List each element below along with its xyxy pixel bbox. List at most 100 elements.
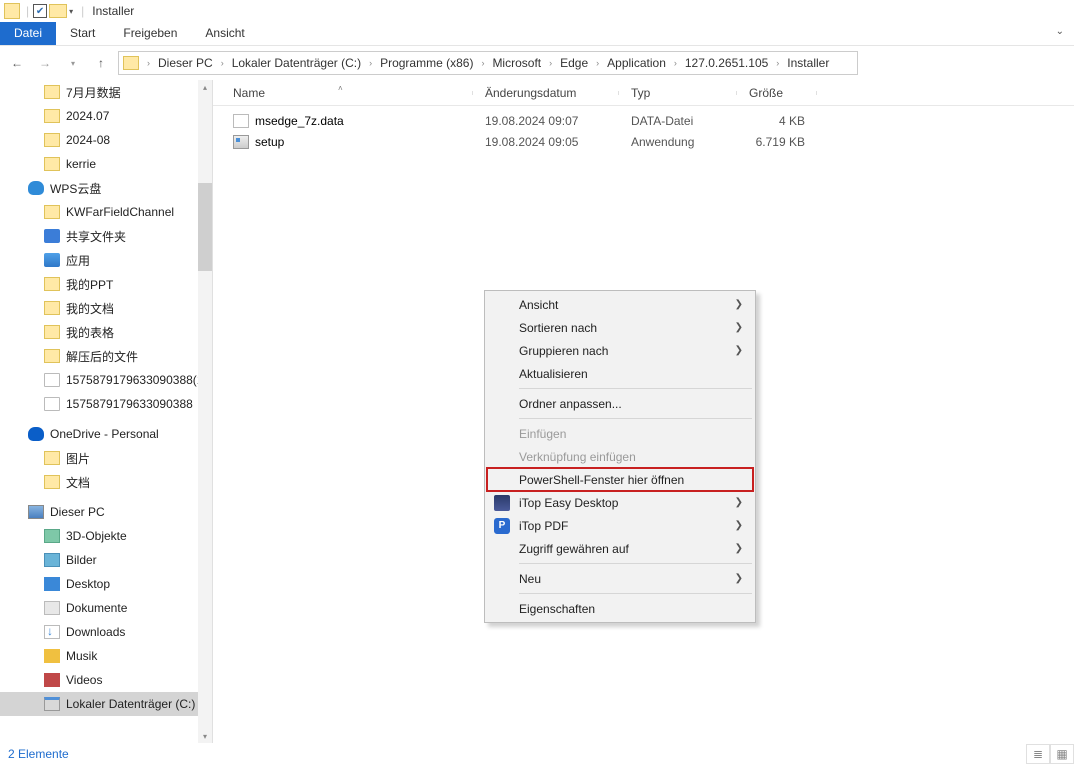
folder-icon [44,133,60,147]
nav-tree[interactable]: ▴ ▾ 7月月数据 2024.07 2024-08kerrieWPS云盘KWFarF… [0,80,212,743]
chevron-right-icon: ❯ [735,543,743,554]
chevron-right-icon[interactable]: › [217,58,228,68]
menu-item[interactable]: Ansicht❯ [487,293,753,316]
group-icon [44,229,60,243]
col-modified[interactable]: Änderungsdatum [473,86,619,100]
ribbon-expand-icon[interactable]: ⌄ [1046,22,1074,45]
scroll-down-icon[interactable]: ▾ [198,729,212,743]
breadcrumb-item[interactable]: Dieser PC [154,56,217,70]
file-row[interactable]: msedge_7z.data19.08.2024 09:07DATA-Datei… [213,110,1074,131]
file-rows[interactable]: msedge_7z.data19.08.2024 09:07DATA-Datei… [213,106,1074,152]
onedrive-icon [28,427,44,441]
nav-up-button[interactable]: ↑ [90,52,112,74]
tree-item[interactable]: Videos [0,668,212,692]
tree-item[interactable]: 1575879179633090388(1) [0,368,212,392]
folder-icon [44,451,60,465]
tree-item[interactable]: OneDrive - Personal [0,422,212,446]
menu-item[interactable]: Eigenschaften [487,597,753,620]
tree-item[interactable]: 文档 [0,470,212,494]
view-icons-button[interactable]: ▦ [1050,744,1074,764]
tree-item[interactable]: 我的PPT [0,272,212,296]
menu-item[interactable]: Aktualisieren [487,362,753,385]
menu-item[interactable]: Gruppieren nach❯ [487,339,753,362]
chevron-right-icon: ❯ [735,497,743,508]
view-details-button[interactable]: ≣ [1026,744,1050,764]
tree-item-label: 2024.07 [66,109,109,123]
breadcrumb-item[interactable]: Installer [783,56,833,70]
chevron-right-icon[interactable]: › [365,58,376,68]
file-size: 4 KB [737,114,817,128]
menu-item[interactable]: PowerShell-Fenster hier öffnen [487,468,753,491]
desk-icon [44,577,60,591]
breadcrumb-item[interactable]: Programme (x86) [376,56,477,70]
chevron-right-icon: ❯ [735,299,743,310]
col-type[interactable]: Typ [619,86,737,100]
tree-item[interactable]: 应用 [0,248,212,272]
tree-item[interactable]: Musik [0,644,212,668]
tree-item[interactable]: KWFarFieldChannel [0,200,212,224]
tree-item-label: 文档 [66,474,90,491]
tree-item[interactable]: 解压后的文件 [0,344,212,368]
scrollbar-track[interactable] [198,80,212,743]
tree-item[interactable]: kerrie [0,152,212,176]
tree-item[interactable]: 7月月数据 [0,80,212,104]
tab-share[interactable]: Freigeben [109,22,191,45]
file-row[interactable]: setup19.08.2024 09:05Anwendung6.719 KB [213,131,1074,152]
nav-recent-dropdown[interactable]: ▾ [62,52,84,74]
menu-item[interactable]: iTop Easy Desktop❯ [487,491,753,514]
tree-item-label: 7月月数据 [66,84,121,101]
title-bar: | ✔ ▾ | Installer [0,0,1074,22]
tree-item[interactable]: WPS云盘 [0,176,212,200]
chevron-right-icon[interactable]: › [477,58,488,68]
col-size[interactable]: Größe [737,86,817,100]
folder-icon [44,277,60,291]
chevron-right-icon[interactable]: › [772,58,783,68]
tree-item[interactable]: 图片 [0,446,212,470]
chevron-right-icon[interactable]: › [592,58,603,68]
tab-start[interactable]: Start [56,22,109,45]
tree-item[interactable]: Lokaler Datenträger (C:) [0,692,212,716]
tab-view[interactable]: Ansicht [191,22,258,45]
tree-item[interactable]: 3D-Objekte [0,524,212,548]
scrollbar-thumb[interactable] [198,183,212,271]
chevron-right-icon[interactable]: › [670,58,681,68]
tab-file[interactable]: Datei [0,22,56,45]
tree-item[interactable]: 1575879179633090388 [0,392,212,416]
itop2-icon: P [494,518,510,534]
menu-item[interactable]: Ordner anpassen... [487,392,753,415]
tree-item[interactable]: Desktop [0,572,212,596]
col-name[interactable]: Name˄ [213,86,473,100]
breadcrumb-item[interactable]: Lokaler Datenträger (C:) [228,56,365,70]
breadcrumb-item[interactable]: 127.0.2651.105 [681,56,772,70]
nav-back-button[interactable]: ← [6,52,28,74]
scroll-up-icon[interactable]: ▴ [198,80,212,94]
breadcrumb-item[interactable]: Application [603,56,670,70]
tree-item[interactable]: 共享文件夹 [0,224,212,248]
menu-item[interactable]: Neu❯ [487,567,753,590]
menu-item[interactable]: Zugriff gewähren auf❯ [487,537,753,560]
status-bar: 2 Elemente ≣ ▦ [0,743,1074,765]
tree-item[interactable]: Bilder [0,548,212,572]
tree-item[interactable]: 2024.07 [0,104,212,128]
tree-item[interactable]: Downloads [0,620,212,644]
qat-dropdown-icon[interactable]: ▾ [69,7,73,16]
menu-item[interactable]: PiTop PDF❯ [487,514,753,537]
tree-item[interactable]: 我的表格 [0,320,212,344]
tree-item[interactable]: 我的文档 [0,296,212,320]
nav-forward-button[interactable]: → [34,52,56,74]
breadcrumb-item[interactable]: Edge [556,56,592,70]
tree-item[interactable]: Dokumente [0,596,212,620]
menu-item[interactable]: Sortieren nach❯ [487,316,753,339]
tree-item[interactable]: Dieser PC [0,500,212,524]
tree-item-label: Downloads [66,625,125,639]
qat-properties-icon[interactable]: ✔ [33,4,47,18]
window-title: Installer [92,4,134,18]
chevron-right-icon[interactable]: › [143,58,154,68]
chevron-right-icon[interactable]: › [545,58,556,68]
app-icon [44,253,60,267]
address-bar[interactable]: › Dieser PC › Lokaler Datenträger (C:) ›… [118,51,858,75]
breadcrumb-item[interactable]: Microsoft [488,56,545,70]
img-icon [44,553,60,567]
qat-newfolder-icon[interactable] [49,4,67,18]
tree-item[interactable]: 2024-08 [0,128,212,152]
